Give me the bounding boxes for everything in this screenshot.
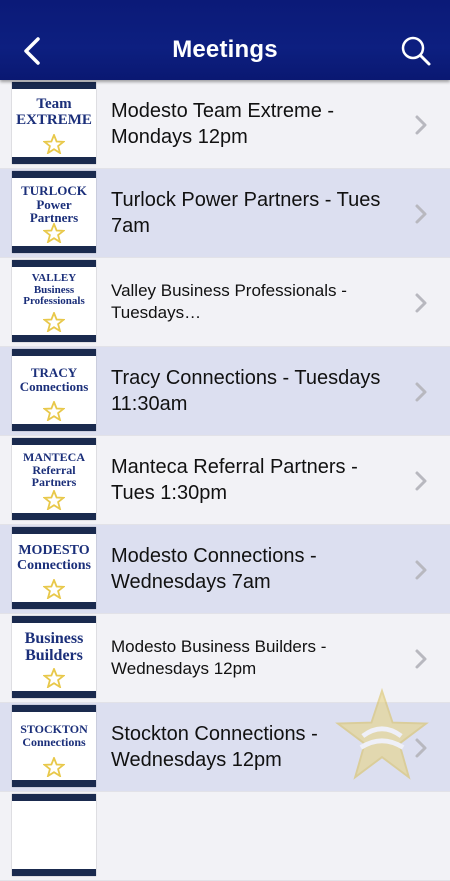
meeting-row[interactable]: Team EXTREME Modesto Team Extreme - Mond…: [0, 80, 450, 169]
logo-text: MODESTO Connections: [17, 543, 91, 573]
chevron-right-icon: [415, 560, 427, 580]
star-icon: [43, 579, 65, 599]
meeting-row[interactable]: MODESTO Connections Modesto Connections …: [0, 525, 450, 614]
logo-text: STOCKTON Connections: [20, 722, 88, 749]
meeting-row[interactable]: Business Builders Modesto Business Build…: [0, 614, 450, 703]
star-icon: [43, 312, 65, 332]
group-logo: Business Builders: [12, 616, 96, 698]
chevron-right-icon: [415, 471, 427, 491]
group-logo: [12, 794, 96, 876]
group-logo: MODESTO Connections: [12, 527, 96, 609]
chevron-right-icon: [415, 115, 427, 135]
logo-text: TRACY Connections: [19, 365, 89, 394]
group-logo: VALLEY Business Professionals: [12, 260, 96, 342]
group-logo: TURLOCK Power Partners: [12, 171, 96, 253]
logo-text: Business Builders: [24, 630, 84, 664]
page-title: Meetings: [172, 36, 278, 63]
meeting-title: Manteca Referral Partners - Tues 1:30pm: [111, 456, 358, 504]
meetings-list: Team EXTREME Modesto Team Extreme - Mond…: [0, 80, 450, 881]
logo-text: VALLEY Business Professionals: [23, 272, 85, 308]
chevron-right-icon: [415, 649, 427, 669]
star-icon: [43, 134, 65, 154]
meeting-row[interactable]: MANTECA Referral Partners Manteca Referr…: [0, 436, 450, 525]
nav-bar: Meetings: [0, 0, 450, 80]
chevron-right-icon: [415, 382, 427, 402]
meeting-row-partial[interactable]: [0, 792, 450, 881]
chevron-right-icon: [415, 293, 427, 313]
search-icon[interactable]: [400, 34, 432, 68]
chevron-right-icon: [415, 204, 427, 224]
meeting-title: Valley Business Professionals - Tuesdays…: [111, 280, 347, 322]
meeting-row[interactable]: TRACY Connections Tracy Connections - Tu…: [0, 347, 450, 436]
meeting-row[interactable]: STOCKTON Connections Stockton Connection…: [0, 703, 450, 792]
star-icon: [43, 223, 65, 243]
meeting-title: Modesto Business Builders - Wednesdays 1…: [111, 636, 327, 678]
meeting-title: Stockton Connections - Wednesdays 12pm: [111, 723, 318, 771]
group-logo: STOCKTON Connections: [12, 705, 96, 787]
meeting-title: Modesto Connections - Wednesdays 7am: [111, 545, 317, 593]
star-icon: [43, 668, 65, 688]
group-logo: Team EXTREME: [12, 82, 96, 164]
logo-text: MANTECA Referral Partners: [23, 450, 85, 490]
meeting-row[interactable]: TURLOCK Power Partners Turlock Power Par…: [0, 169, 450, 258]
meeting-title: Modesto Team Extreme - Mondays 12pm: [111, 100, 335, 148]
meeting-title: Turlock Power Partners - Tues 7am: [111, 189, 381, 237]
star-icon: [43, 757, 65, 777]
meeting-row[interactable]: VALLEY Business Professionals Valley Bus…: [0, 258, 450, 347]
group-logo: TRACY Connections: [12, 349, 96, 431]
star-icon: [43, 490, 65, 510]
logo-text: Team EXTREME: [16, 96, 92, 128]
meeting-title: Tracy Connections - Tuesdays 11:30am: [111, 367, 381, 415]
group-logo: MANTECA Referral Partners: [12, 438, 96, 520]
star-icon: [43, 401, 65, 421]
logo-text: TURLOCK Power Partners: [21, 183, 87, 226]
chevron-right-icon: [415, 738, 427, 758]
